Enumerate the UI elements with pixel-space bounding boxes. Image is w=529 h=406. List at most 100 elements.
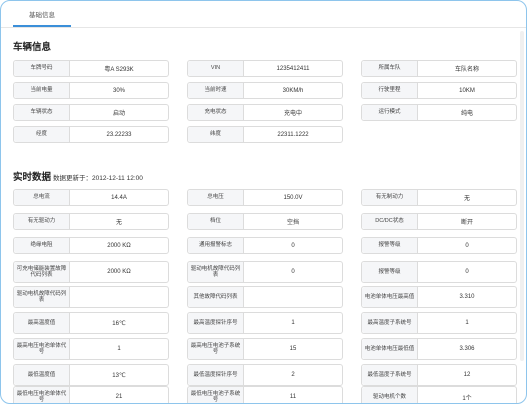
field-label: 有无驱动力 bbox=[14, 214, 70, 229]
field-value: 13℃ bbox=[112, 372, 126, 379]
field-label: 纬度 bbox=[188, 127, 244, 142]
field-label: 有无制动力 bbox=[362, 190, 418, 205]
field-label: 所属车队 bbox=[362, 61, 418, 76]
field-value: 15 bbox=[289, 346, 297, 352]
field-label: 最高电压电池单体代号 bbox=[14, 339, 70, 359]
field-value: 1 bbox=[465, 320, 469, 326]
field-vehicle-3: 当前电量 30% bbox=[13, 82, 169, 99]
tab-bar: 基础信息 bbox=[1, 1, 526, 28]
field-realtime-13: 其他故障代码列表 bbox=[187, 286, 343, 308]
field-vehicle-10: 纬度 22311.1222 bbox=[187, 126, 343, 143]
field-value: 2 bbox=[291, 372, 295, 378]
field-value: 30KM/h bbox=[282, 87, 304, 94]
field-label: 电池单体电压最低值 bbox=[362, 339, 418, 359]
field-value: 无 bbox=[463, 196, 470, 202]
field-vehicle-4: 当前时速 30KM/h bbox=[187, 82, 343, 99]
field-value: 30% bbox=[112, 87, 125, 94]
field-value: 150.0V bbox=[283, 194, 303, 201]
field-realtime-11: 报警等级 0 bbox=[361, 261, 517, 283]
field-label: 运行模式 bbox=[362, 105, 418, 120]
field-realtime-19: 最高电压电池子系统号 15 bbox=[187, 338, 343, 360]
field-value bbox=[70, 287, 168, 307]
field-realtime-21: 最低温度值 13℃ bbox=[13, 364, 169, 386]
field-label: 最低电压电池子系统号 bbox=[188, 387, 244, 403]
field-value: 11 bbox=[289, 394, 297, 400]
field-label: 驱动电机故障代码列表 bbox=[188, 262, 244, 282]
field-label: 绝缘电阻 bbox=[14, 238, 70, 253]
field-realtime-1: 总电压 150.0V bbox=[187, 189, 343, 206]
field-value: 0 bbox=[291, 269, 295, 275]
field-value: 3.310 bbox=[459, 294, 475, 300]
field-label: 驱动电机个数 bbox=[362, 387, 418, 403]
field-label: 充电状态 bbox=[188, 105, 244, 120]
field-label: 总电流 bbox=[14, 190, 70, 205]
field-value: 0 bbox=[465, 242, 469, 249]
field-value: 3.306 bbox=[459, 346, 475, 352]
field-realtime-18: 最高电压电池单体代号 1 bbox=[13, 338, 169, 360]
field-vehicle-8: 运行模式 纯电 bbox=[361, 104, 517, 121]
field-label: 当前电量 bbox=[14, 83, 70, 98]
field-value: 12 bbox=[463, 372, 471, 378]
field-realtime-4: 档位 空挡 bbox=[187, 213, 343, 230]
realtime-title-text: 实时数据 bbox=[13, 172, 52, 183]
field-realtime-16: 最高温度探针序号 1 bbox=[187, 312, 343, 334]
field-realtime-0: 总电流 14.4A bbox=[13, 189, 169, 206]
field-label: 驱动电机故障代码列表 bbox=[14, 287, 70, 307]
field-vehicle-5: 行驶里程 10KM bbox=[361, 82, 517, 99]
field-label: 可充电储能装置故障代码列表 bbox=[14, 262, 70, 282]
field-vehicle-1: VIN 1235412411 bbox=[187, 60, 343, 77]
field-realtime-5: DC/DC状态 断开 bbox=[361, 213, 517, 230]
field-value: 16℃ bbox=[112, 320, 126, 327]
field-label: 通用报警标志 bbox=[188, 238, 244, 253]
field-value: 1 bbox=[117, 346, 121, 352]
field-value: 空挡 bbox=[286, 220, 299, 226]
field-label: 电池单体电压最高值 bbox=[362, 287, 418, 307]
tab-basic-info[interactable]: 基础信息 bbox=[13, 5, 71, 27]
field-realtime-25: 最低电压电池子系统号 11 bbox=[187, 386, 343, 403]
field-value: 1235412411 bbox=[276, 65, 310, 72]
field-label: 最高温度值 bbox=[14, 313, 70, 333]
field-realtime-17: 最高温度子系统号 1 bbox=[361, 312, 517, 334]
field-realtime-26: 驱动电机个数 1个 bbox=[361, 386, 517, 403]
field-value: 0 bbox=[465, 269, 469, 275]
realtime-data-title: 实时数据 数据更新于：2012-12-11 12:00 bbox=[13, 169, 143, 183]
field-vehicle-2: 所属车队 车队名称 bbox=[361, 60, 517, 77]
field-label: 最低温度值 bbox=[14, 365, 70, 385]
field-value: 14.4A bbox=[111, 194, 127, 201]
field-realtime-14: 电池单体电压最高值 3.310 bbox=[361, 286, 517, 308]
field-realtime-22: 最低温度探针序号 2 bbox=[187, 364, 343, 386]
field-vehicle-6: 车辆状态 启动 bbox=[13, 104, 169, 121]
field-realtime-15: 最高温度值 16℃ bbox=[13, 312, 169, 334]
field-label: 最高电压电池子系统号 bbox=[188, 339, 244, 359]
field-realtime-10: 驱动电机故障代码列表 0 bbox=[187, 261, 343, 283]
field-realtime-23: 最低温度子系统号 12 bbox=[361, 364, 517, 386]
field-label: 报警等级 bbox=[362, 238, 418, 253]
field-value: 充电中 bbox=[283, 111, 302, 117]
field-value: 车队名称 bbox=[454, 67, 479, 73]
field-vehicle-9: 经度 23.22233 bbox=[13, 126, 169, 143]
field-label: 总电压 bbox=[188, 190, 244, 205]
update-time: 2012-12-11 12:00 bbox=[92, 175, 143, 182]
field-label: 最低温度探针序号 bbox=[188, 365, 244, 385]
field-value: 2000 KΩ bbox=[107, 242, 131, 249]
field-label: 行驶里程 bbox=[362, 83, 418, 98]
field-value: 0 bbox=[291, 242, 295, 249]
field-realtime-12: 驱动电机故障代码列表 bbox=[13, 286, 169, 308]
field-realtime-20: 电池单体电压最低值 3.306 bbox=[361, 338, 517, 360]
field-value: 纯电 bbox=[460, 111, 473, 117]
field-label: 当前时速 bbox=[188, 83, 244, 98]
field-realtime-9: 可充电储能装置故障代码列表 2000 KΩ bbox=[13, 261, 169, 283]
scrollbar[interactable] bbox=[520, 31, 524, 361]
field-value: 1 bbox=[291, 320, 295, 326]
field-label: 其他故障代码列表 bbox=[188, 287, 244, 307]
field-vehicle-7: 充电状态 充电中 bbox=[187, 104, 343, 121]
update-prefix: 数据更新于： bbox=[53, 175, 93, 182]
field-value: 粤A S293K bbox=[104, 67, 134, 73]
field-realtime-2: 有无制动力 无 bbox=[361, 189, 517, 206]
field-label: 车牌号码 bbox=[14, 61, 70, 76]
field-realtime-3: 有无驱动力 无 bbox=[13, 213, 169, 230]
field-realtime-6: 绝缘电阻 2000 KΩ bbox=[13, 237, 169, 254]
field-label: 最高温度探针序号 bbox=[188, 313, 244, 333]
field-value: 2000 KΩ bbox=[107, 269, 131, 275]
field-value bbox=[244, 287, 342, 307]
